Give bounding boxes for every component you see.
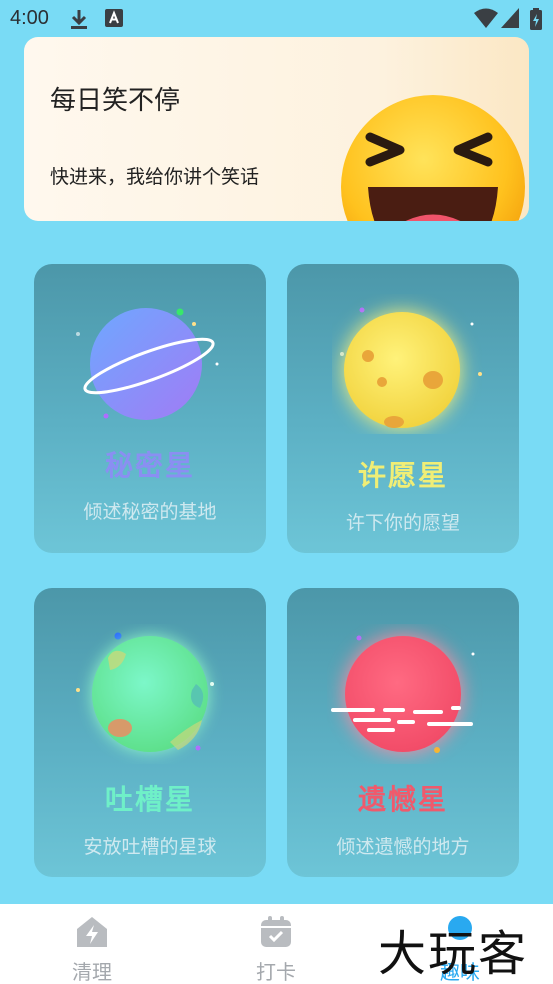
red-planet-icon xyxy=(331,635,475,753)
nav-item-checkin[interactable]: 打卡 xyxy=(216,904,336,984)
signal-icon xyxy=(501,8,519,28)
ringed-planet-icon xyxy=(76,308,219,420)
moon-planet-icon xyxy=(340,307,482,428)
nav-item-clean[interactable]: 清理 xyxy=(32,904,152,984)
card-title: 吐槽星 xyxy=(104,783,195,816)
watermark: 大玩客 xyxy=(378,926,529,982)
card-secret-star[interactable]: 秘密星 倾述秘密的基地 xyxy=(34,264,266,553)
card-title: 遗憾星 xyxy=(357,783,448,816)
banner-subtitle: 快进来，我给你讲个笑话 xyxy=(50,166,260,188)
green-planet-icon xyxy=(76,632,214,752)
home-bolt-icon xyxy=(77,917,107,947)
joke-banner[interactable]: 每日笑不停 快进来，我给你讲个笑话 xyxy=(24,37,529,221)
card-rant-star[interactable]: 吐槽星 安放吐槽的星球 xyxy=(34,588,266,877)
battery-icon xyxy=(530,8,542,30)
calendar-check-icon xyxy=(261,916,291,947)
nav-label: 清理 xyxy=(72,960,112,984)
card-title: 秘密星 xyxy=(104,449,195,482)
card-subtitle: 倾述秘密的基地 xyxy=(83,501,217,523)
status-bar: 4:00 xyxy=(0,0,553,38)
card-wish-star[interactable]: 许愿星 许下你的愿望 xyxy=(287,264,519,553)
card-subtitle: 倾述遗憾的地方 xyxy=(336,836,470,858)
keyboard-a-icon xyxy=(105,9,123,27)
card-title: 许愿星 xyxy=(357,459,448,492)
wifi-icon xyxy=(474,8,498,28)
banner-title: 每日笑不停 xyxy=(50,86,181,116)
card-regret-star[interactable]: 遗憾星 倾述遗憾的地方 xyxy=(287,588,519,877)
card-subtitle: 许下你的愿望 xyxy=(345,512,460,534)
status-time: 4:00 xyxy=(10,7,49,29)
nav-label: 打卡 xyxy=(256,960,296,984)
card-subtitle: 安放吐槽的星球 xyxy=(83,836,217,858)
laughing-emoji-icon xyxy=(341,95,525,221)
download-icon xyxy=(71,10,87,29)
